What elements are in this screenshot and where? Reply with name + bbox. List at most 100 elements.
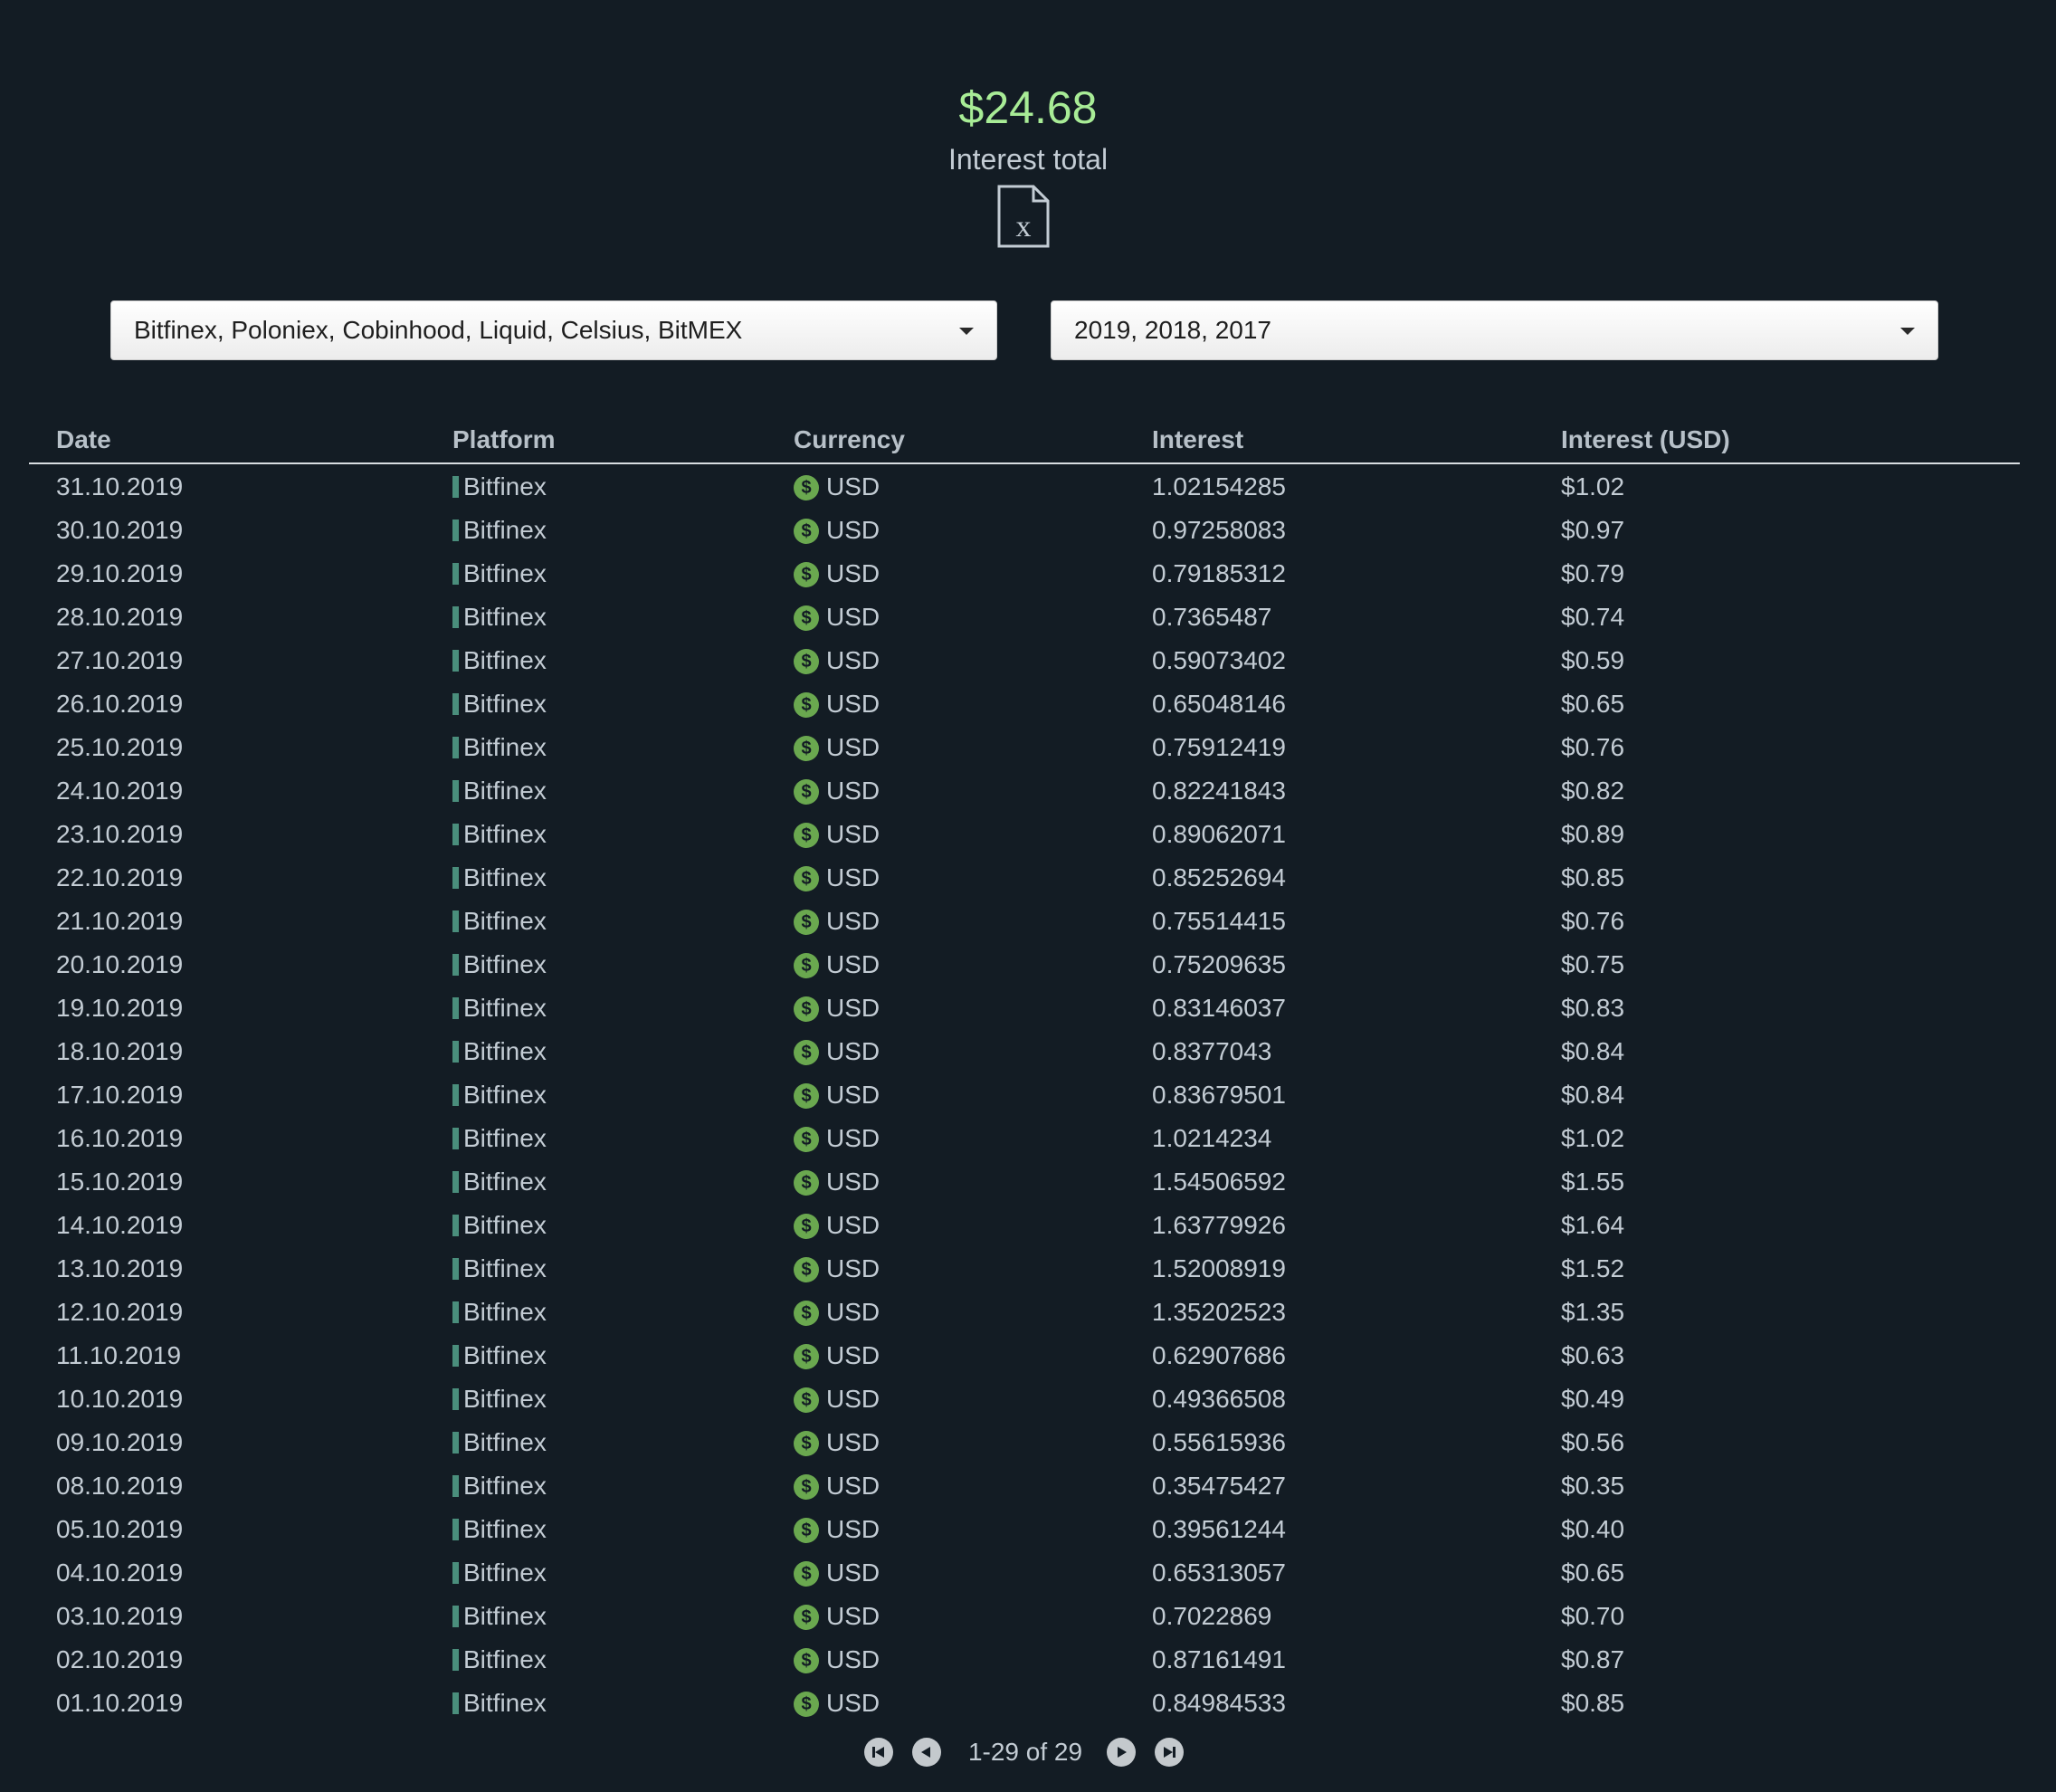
platform-color-bar	[452, 737, 459, 758]
cell-date: 05.10.2019	[56, 1515, 184, 1543]
cell-interest: 0.87161491	[1152, 1645, 1286, 1673]
cell-interest: 0.83679501	[1152, 1081, 1286, 1109]
last-page-icon[interactable]	[1155, 1738, 1184, 1767]
cell-currency: $ USD	[794, 863, 880, 892]
dollar-coin-icon: $	[794, 1648, 819, 1673]
cell-interest: 0.7365487	[1152, 603, 1272, 631]
cell-date: 11.10.2019	[56, 1341, 182, 1369]
dollar-coin-icon: $	[794, 910, 819, 935]
cell-interest: 0.49366508	[1152, 1385, 1286, 1413]
interest-total-amount: $24.68	[958, 82, 1098, 133]
cell-date: 12.10.2019	[56, 1298, 184, 1326]
cell-platform: Bitfinex	[452, 1515, 547, 1544]
dollar-coin-icon: $	[794, 779, 819, 805]
cell-interest-usd: $0.35	[1561, 1472, 1625, 1500]
cell-platform: Bitfinex	[452, 820, 547, 849]
platform-color-bar	[452, 476, 459, 498]
cell-currency: $ USD	[794, 1298, 880, 1327]
table-row: 31.10.2019 Bitfinex $ USD 1.02154285 $1.02	[0, 465, 2056, 509]
platform-color-bar	[452, 1258, 459, 1280]
platform-color-bar	[452, 1388, 459, 1410]
currency-code: USD	[826, 1168, 880, 1196]
cell-interest: 0.39561244	[1152, 1515, 1286, 1543]
platform-color-bar	[452, 997, 459, 1019]
interest-total-label: Interest total	[947, 143, 1109, 176]
platform-name: Bitfinex	[463, 1254, 547, 1282]
cell-platform: Bitfinex	[452, 994, 547, 1023]
column-header-interest-usd[interactable]: Interest (USD)	[1561, 425, 1730, 454]
cell-date: 04.10.2019	[56, 1558, 184, 1587]
cell-interest-usd: $1.02	[1561, 472, 1625, 500]
excel-export-icon[interactable]: x	[995, 185, 1052, 248]
currency-code: USD	[826, 472, 880, 500]
cell-interest: 1.0214234	[1152, 1124, 1272, 1152]
next-page-icon[interactable]	[1107, 1738, 1136, 1767]
column-header-platform[interactable]: Platform	[452, 425, 556, 454]
platform-color-bar	[452, 1041, 459, 1063]
table-row: 05.10.2019 Bitfinex $ USD 0.39561244 $0.40	[0, 1508, 2056, 1551]
cell-platform: Bitfinex	[452, 1124, 547, 1153]
platform-color-bar	[452, 1692, 459, 1714]
cell-date: 25.10.2019	[56, 733, 184, 761]
platform-name: Bitfinex	[463, 603, 547, 631]
currency-code: USD	[826, 907, 880, 935]
previous-page-icon[interactable]	[912, 1738, 941, 1767]
table-row: 19.10.2019 Bitfinex $ USD 0.83146037 $0.83	[0, 987, 2056, 1030]
cell-interest: 0.75912419	[1152, 733, 1286, 761]
table-row: 10.10.2019 Bitfinex $ USD 0.49366508 $0.49	[0, 1377, 2056, 1421]
platform-name: Bitfinex	[463, 950, 547, 978]
cell-platform: Bitfinex	[452, 1385, 547, 1414]
table-row: 22.10.2019 Bitfinex $ USD 0.85252694 $0.85	[0, 856, 2056, 900]
dollar-coin-icon: $	[794, 1170, 819, 1196]
cell-date: 03.10.2019	[56, 1602, 184, 1630]
cell-interest: 0.8377043	[1152, 1037, 1272, 1065]
platform-color-bar	[452, 1519, 459, 1540]
currency-code: USD	[826, 1254, 880, 1282]
currency-code: USD	[826, 1211, 880, 1239]
column-header-interest[interactable]: Interest	[1152, 425, 1243, 454]
table-row: 28.10.2019 Bitfinex $ USD 0.7365487 $0.74	[0, 596, 2056, 639]
cell-date: 18.10.2019	[56, 1037, 184, 1065]
cell-platform: Bitfinex	[452, 516, 547, 545]
table-row: 18.10.2019 Bitfinex $ USD 0.8377043 $0.84	[0, 1030, 2056, 1073]
cell-currency: $ USD	[794, 1385, 880, 1414]
platform-filter-select[interactable]: Bitfinex, Poloniex, Cobinhood, Liquid, C…	[110, 300, 997, 360]
platform-name: Bitfinex	[463, 472, 547, 500]
first-page-icon[interactable]	[864, 1738, 893, 1767]
year-filter-select[interactable]: 2019, 2018, 2017	[1051, 300, 1938, 360]
cell-platform: Bitfinex	[452, 559, 547, 588]
pagination: 1-29 of 29	[0, 1738, 2056, 1768]
platform-name: Bitfinex	[463, 1602, 547, 1630]
cell-platform: Bitfinex	[452, 1341, 547, 1370]
cell-date: 23.10.2019	[56, 820, 184, 848]
table-row: 24.10.2019 Bitfinex $ USD 0.82241843 $0.82	[0, 769, 2056, 813]
currency-code: USD	[826, 1385, 880, 1413]
table-row: 20.10.2019 Bitfinex $ USD 0.75209635 $0.75	[0, 943, 2056, 987]
currency-code: USD	[826, 1428, 880, 1456]
dollar-coin-icon: $	[794, 1301, 819, 1326]
table-row: 13.10.2019 Bitfinex $ USD 1.52008919 $1.52	[0, 1247, 2056, 1291]
cell-interest: 0.97258083	[1152, 516, 1286, 544]
cell-interest: 0.7022869	[1152, 1602, 1272, 1630]
currency-code: USD	[826, 1558, 880, 1587]
table-row: 23.10.2019 Bitfinex $ USD 0.89062071 $0.89	[0, 813, 2056, 856]
currency-code: USD	[826, 603, 880, 631]
platform-color-bar	[452, 1649, 459, 1671]
dollar-coin-icon: $	[794, 996, 819, 1022]
table-row: 27.10.2019 Bitfinex $ USD 0.59073402 $0.59	[0, 639, 2056, 682]
currency-code: USD	[826, 777, 880, 805]
column-header-currency[interactable]: Currency	[794, 425, 905, 454]
cell-currency: $ USD	[794, 1472, 880, 1501]
table-row: 02.10.2019 Bitfinex $ USD 0.87161491 $0.87	[0, 1638, 2056, 1682]
cell-currency: $ USD	[794, 1211, 880, 1240]
cell-date: 14.10.2019	[56, 1211, 184, 1239]
cell-date: 22.10.2019	[56, 863, 184, 891]
column-header-date[interactable]: Date	[56, 425, 111, 454]
platform-color-bar	[452, 780, 459, 802]
dollar-coin-icon: $	[794, 866, 819, 891]
platform-color-bar	[452, 824, 459, 845]
cell-currency: $ USD	[794, 1081, 880, 1110]
cell-date: 24.10.2019	[56, 777, 184, 805]
cell-date: 10.10.2019	[56, 1385, 184, 1413]
currency-code: USD	[826, 1645, 880, 1673]
